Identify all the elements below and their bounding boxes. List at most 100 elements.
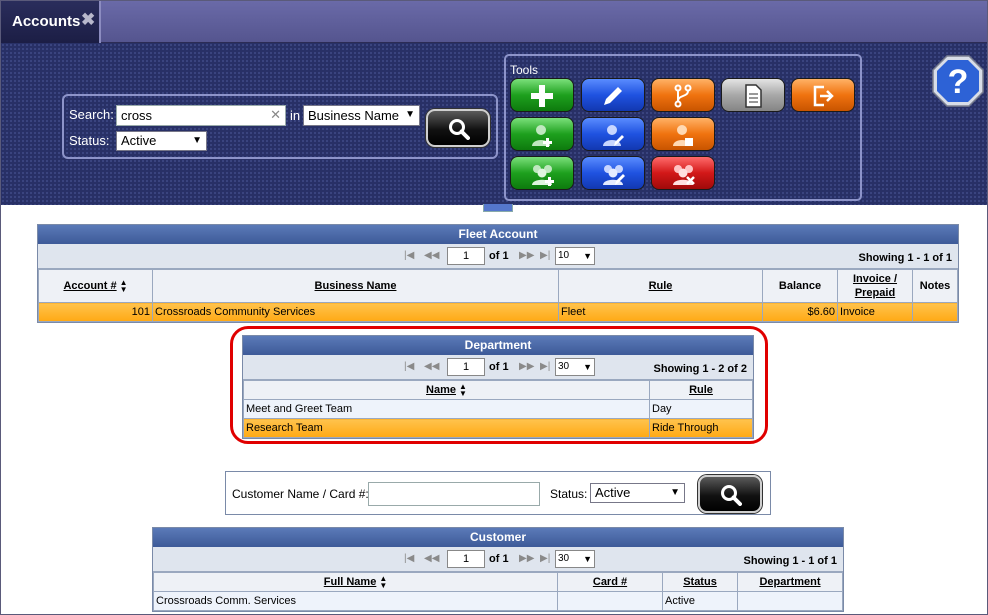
fleet-pager: |◀ ◀◀ 1 of 1 ▶▶ ▶| 10 ▼ Showing 1 - 1 of… — [38, 244, 958, 269]
col-account-number[interactable]: Account # ▲ ▼ — [38, 269, 153, 303]
col-notes: Notes — [912, 269, 958, 303]
col-department[interactable]: Department — [737, 572, 843, 592]
col-business-name[interactable]: Business Name — [152, 269, 559, 303]
next-page-icon[interactable]: ▶▶ — [519, 553, 534, 564]
col-card-number[interactable]: Card # — [557, 572, 663, 592]
last-page-icon[interactable]: ▶| — [540, 250, 550, 261]
cell-balance: $6.60 — [762, 302, 838, 322]
customer-page-input[interactable]: 1 — [447, 550, 485, 568]
customer-title: Customer — [153, 528, 843, 547]
cell-card-number — [557, 591, 663, 611]
col-full-name[interactable]: Full Name ▲ ▼ — [153, 572, 558, 592]
chevron-down-icon: ▼ — [405, 109, 415, 120]
col-prepaid-label: Prepaid — [854, 287, 896, 299]
table-row[interactable]: 101 Crossroads Community Services Fleet … — [38, 302, 958, 322]
col-invoice-prepaid[interactable]: Invoice / Prepaid — [837, 269, 913, 303]
last-page-icon[interactable]: ▶| — [540, 553, 550, 564]
cell-business-name: Crossroads Community Services — [152, 302, 559, 322]
fleet-account-grid: Fleet Account |◀ ◀◀ 1 of 1 ▶▶ ▶| 10 ▼ Sh… — [37, 224, 959, 323]
customer-pager: |◀ ◀◀ 1 of 1 ▶▶ ▶| 30 ▼ Showing 1 - 1 of… — [153, 547, 843, 572]
status-select-value: Active — [121, 133, 157, 148]
tools-title: Tools — [510, 63, 539, 77]
col-status[interactable]: Status — [662, 572, 738, 592]
cell-full-name: Crossroads Comm. Services — [153, 591, 558, 611]
fleet-page-of: of 1 — [489, 250, 509, 262]
cell-department — [737, 591, 843, 611]
lock-user-icon — [673, 125, 693, 146]
customer-search-button[interactable] — [698, 475, 762, 513]
prev-page-icon[interactable]: ◀◀ — [424, 553, 439, 564]
customer-header-row: Full Name ▲ ▼ Card # Status Department — [153, 572, 843, 592]
sort-icon: ▲ ▼ — [119, 278, 128, 294]
sort-icon: ▲ ▼ — [379, 574, 388, 590]
search-field-select-value: Business Name — [308, 108, 400, 123]
edit-icon — [604, 87, 622, 105]
branch-button[interactable] — [651, 78, 715, 112]
customer-grid: Customer |◀ ◀◀ 1 of 1 ▶▶ ▶| 30 ▼ Showing… — [152, 527, 844, 612]
prev-page-icon[interactable]: ◀◀ — [424, 250, 439, 261]
cell-invoice: Invoice — [837, 302, 913, 322]
delete-group-button[interactable] — [651, 156, 715, 190]
help-glyph: ? — [948, 63, 969, 101]
col-rule[interactable]: Rule — [558, 269, 763, 303]
table-row[interactable]: Crossroads Comm. Services Active — [153, 591, 843, 611]
exit-button[interactable] — [791, 78, 855, 112]
add-user-icon — [532, 125, 552, 147]
clear-search-icon[interactable]: ✕ — [270, 107, 281, 123]
fleet-page-size-select[interactable]: 10 ▼ — [555, 247, 595, 265]
customer-search-label: Customer Name / Card #: — [232, 487, 369, 501]
first-page-icon[interactable]: |◀ — [404, 250, 414, 261]
add-user-button[interactable] — [510, 117, 574, 151]
fleet-showing-text: Showing 1 - 1 of 1 — [858, 252, 952, 264]
search-in-label: in — [290, 108, 301, 123]
close-tab-icon[interactable]: ✖ — [81, 10, 95, 30]
next-page-icon[interactable]: ▶▶ — [519, 250, 534, 261]
search-button[interactable] — [426, 109, 490, 147]
search-input-value: cross — [121, 108, 153, 123]
chevron-down-icon: ▼ — [670, 487, 680, 498]
add-account-button[interactable] — [510, 78, 574, 112]
col-full-name-label: Full Name — [323, 575, 377, 588]
search-field-select[interactable]: Business Name ▼ — [303, 105, 420, 126]
chevron-down-icon: ▼ — [583, 554, 592, 564]
help-button[interactable]: ? — [931, 54, 985, 108]
customer-table: Full Name ▲ ▼ Card # Status Department Cro… — [153, 572, 843, 611]
customer-status-select-value: Active — [595, 485, 631, 500]
edit-account-button[interactable] — [581, 78, 645, 112]
header-panel: Search: cross ✕ in Business Name ▼ Statu… — [1, 43, 987, 205]
cell-notes — [912, 302, 958, 322]
account-search-box: Search: cross ✕ in Business Name ▼ Statu… — [62, 94, 498, 159]
chevron-down-icon: ▼ — [583, 251, 592, 261]
customer-page-of: of 1 — [489, 553, 509, 565]
chevron-down-icon: ▼ — [192, 135, 202, 146]
customer-status-select[interactable]: Active ▼ — [590, 483, 685, 503]
customer-status-label: Status: — [550, 487, 588, 501]
fleet-page-input[interactable]: 1 — [447, 247, 485, 265]
search-icon — [449, 119, 470, 140]
edit-user-button[interactable] — [581, 117, 645, 151]
col-invoice-label: Invoice / — [852, 273, 898, 285]
lock-user-button[interactable] — [651, 117, 715, 151]
search-input[interactable]: cross ✕ — [116, 105, 286, 126]
cell-account: 101 — [38, 302, 153, 322]
cell-status: Active — [662, 591, 738, 611]
fleet-page-size-value: 10 — [558, 250, 570, 261]
customer-showing-text: Showing 1 - 1 of 1 — [743, 555, 837, 567]
collapse-handle[interactable] — [483, 204, 513, 212]
edit-group-icon — [603, 165, 625, 185]
edit-group-button[interactable] — [581, 156, 645, 190]
delete-group-icon — [673, 165, 695, 185]
customer-page-size-value: 30 — [558, 553, 570, 564]
report-button[interactable] — [721, 78, 785, 112]
fleet-account-title: Fleet Account — [38, 225, 958, 244]
customer-search-input[interactable] — [368, 482, 540, 506]
tab-accounts-label: Accounts — [12, 13, 81, 30]
add-icon — [531, 85, 553, 107]
status-select[interactable]: Active ▼ — [116, 131, 207, 151]
tab-accounts[interactable]: Accounts ✖ — [1, 1, 101, 43]
help-icon: ? — [932, 55, 984, 107]
add-group-button[interactable] — [510, 156, 574, 190]
customer-page-size-select[interactable]: 30 ▼ — [555, 550, 595, 568]
first-page-icon[interactable]: |◀ — [404, 553, 414, 564]
highlight-annotation — [230, 326, 768, 444]
